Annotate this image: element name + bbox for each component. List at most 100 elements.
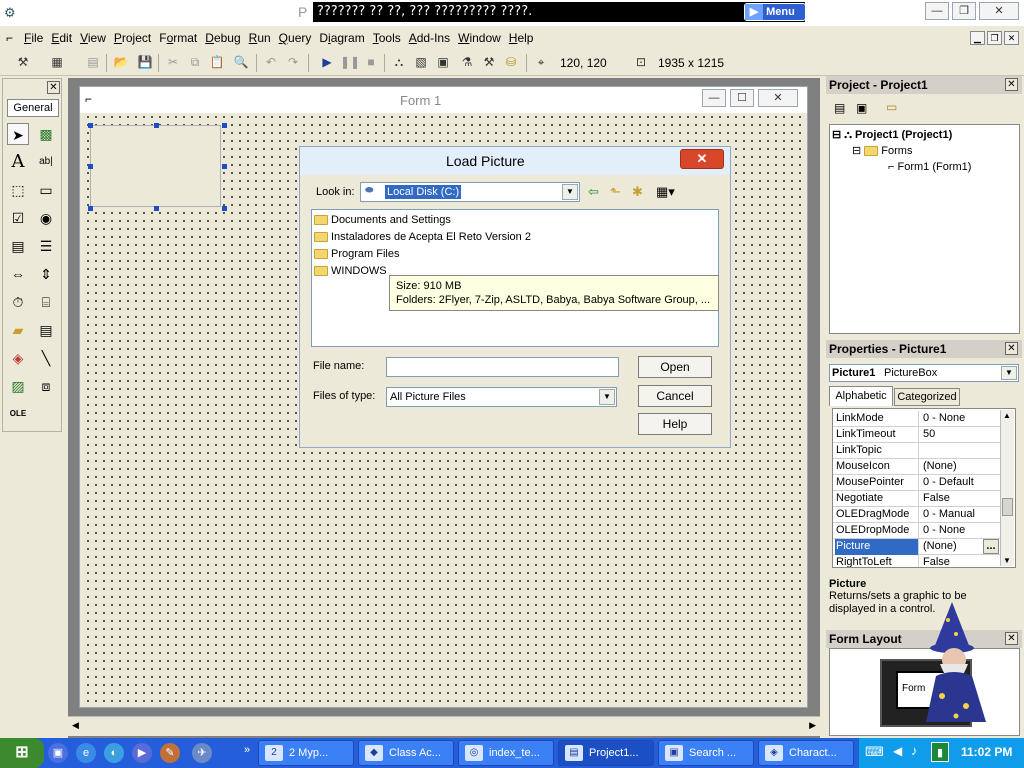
paste-icon[interactable]: 📋 — [208, 54, 226, 70]
tray-app-icon[interactable]: ▮ — [931, 742, 949, 762]
tab-categorized[interactable]: Categorized — [894, 388, 960, 406]
timer-tool-icon[interactable]: ⏱ — [7, 291, 29, 313]
property-value[interactable]: False — [921, 491, 1001, 506]
picture1-picturebox[interactable] — [90, 125, 221, 207]
data-tool-icon[interactable]: ⧈ — [35, 375, 57, 397]
start-button[interactable]: ⊞ — [0, 738, 44, 768]
property-value[interactable]: 0 - None — [921, 411, 1001, 426]
resize-handle[interactable] — [88, 164, 93, 169]
mdi-close-button[interactable]: ✕ — [1004, 31, 1019, 45]
files-of-type-combo[interactable]: All Picture Files ▼ — [386, 387, 617, 407]
menu-edit[interactable]: Edit — [47, 28, 76, 48]
resize-handle[interactable] — [222, 123, 227, 128]
property-row[interactable]: LinkMode 0 - None — [833, 411, 1001, 427]
mdi-child-icon[interactable]: ⌐ — [6, 31, 13, 45]
close-button[interactable]: ✕ — [979, 2, 1019, 20]
form1-minimize-button[interactable]: — — [702, 89, 726, 107]
list-item[interactable]: WINDOWS — [314, 263, 387, 280]
resize-handle[interactable] — [88, 206, 93, 211]
tree-item-form1[interactable]: ⌐ Form1 (Form1) — [888, 160, 971, 175]
image-tool-icon[interactable]: ▨ — [7, 375, 29, 397]
tray-arrow-icon[interactable]: ◀ — [893, 744, 902, 758]
cut-icon[interactable]: ✂ — [164, 54, 182, 70]
end-icon[interactable]: ■ — [362, 54, 380, 70]
new-folder-icon[interactable]: ✱ — [632, 184, 643, 200]
minimize-button[interactable]: — — [925, 2, 949, 20]
speaker-icon[interactable]: ♪ — [911, 743, 918, 758]
back-icon[interactable]: ⇦ — [588, 184, 599, 200]
listbox-tool-icon[interactable]: ☰ — [35, 235, 57, 257]
resize-handle[interactable] — [88, 123, 93, 128]
vscrollbar-tool-icon[interactable]: ⇕ — [35, 263, 57, 285]
dialog-close-button[interactable]: ✕ — [680, 149, 724, 169]
vb-app-icon[interactable]: ⚙ — [4, 5, 16, 21]
property-value[interactable]: False — [921, 555, 1001, 567]
label-tool-icon[interactable]: A — [7, 151, 29, 173]
resize-handle[interactable] — [222, 206, 227, 211]
redo-icon[interactable]: ↷ — [284, 54, 302, 70]
open-project-icon[interactable]: 📂 — [112, 54, 130, 70]
menu-view[interactable]: View — [76, 28, 110, 48]
taskbar-button[interactable]: ◆ Class Ac... — [358, 740, 454, 766]
property-row[interactable]: Picture (None)... — [833, 539, 1001, 555]
menu-help[interactable]: Help — [505, 28, 538, 48]
checkbox-tool-icon[interactable]: ☑ — [7, 207, 29, 229]
shape-tool-icon[interactable]: ◈ — [7, 347, 29, 369]
taskbar-button[interactable]: ▣ Search ... — [658, 740, 754, 766]
collapse-icon[interactable]: ⊟ — [832, 129, 841, 141]
property-value[interactable]: (None) — [921, 459, 1001, 474]
property-row[interactable]: LinkTopic — [833, 443, 1001, 459]
add-form-icon[interactable]: ▦ — [48, 54, 66, 70]
scroll-left-icon[interactable]: ◀ — [72, 720, 79, 731]
combobox-tool-icon[interactable]: ▤ — [7, 235, 29, 257]
taskbar-button[interactable]: 2 2 Myp... — [258, 740, 354, 766]
taskbar-button[interactable]: ◈ Charact... — [758, 740, 854, 766]
data-view-icon[interactable]: ⛁ — [502, 54, 520, 70]
media-icon[interactable]: ◐ — [104, 743, 124, 763]
property-value[interactable]: 0 - Default — [921, 475, 1001, 490]
file-name-input[interactable] — [386, 357, 619, 377]
menu-file[interactable]: File — [20, 28, 47, 48]
view-object-icon[interactable]: ▣ — [856, 101, 867, 115]
view-menu-icon[interactable]: ▦▾ — [656, 184, 675, 200]
resize-handle[interactable] — [154, 206, 159, 211]
toolbox-icon[interactable]: ⚒ — [480, 54, 498, 70]
menu-format[interactable]: Format — [155, 28, 201, 48]
resize-handle[interactable] — [154, 123, 159, 128]
mdi-restore-button[interactable]: ❐ — [987, 31, 1002, 45]
properties-window-icon[interactable]: ▧ — [412, 54, 430, 70]
look-in-combo[interactable]: ⬬ Local Disk (C:) ▼ — [360, 182, 580, 202]
menu-addins[interactable]: Add-Ins — [405, 28, 454, 48]
close-icon[interactable]: ✕ — [1005, 342, 1018, 355]
copy-icon[interactable]: ⧉ — [186, 54, 204, 70]
property-row[interactable]: MousePointer 0 - Default — [833, 475, 1001, 491]
chevron-down-icon[interactable]: ▼ — [1001, 366, 1017, 380]
tree-item-project[interactable]: ⊟ ⛬ Project1 (Project1) — [832, 128, 952, 143]
toolbox-close-button[interactable]: ✕ — [47, 81, 60, 94]
chevron-down-icon[interactable]: ▼ — [599, 389, 615, 405]
object-browser-icon[interactable]: ⚗ — [458, 54, 476, 70]
break-icon[interactable]: ❚❚ — [340, 54, 360, 70]
menu-diagram[interactable]: Diagram — [315, 28, 368, 48]
designer-hscrollbar[interactable]: ◀ ▶ — [68, 716, 820, 736]
paint-icon[interactable]: ✎ — [160, 743, 180, 763]
help-button[interactable]: Help — [638, 413, 712, 435]
property-value[interactable]: 50 — [921, 427, 1001, 442]
menu-window[interactable]: Window — [454, 28, 505, 48]
object-combo[interactable]: Picture1 PictureBox ▼ — [829, 364, 1019, 382]
up-folder-icon[interactable]: ⬑ — [610, 184, 621, 200]
toolbox-general-tab[interactable]: General — [7, 99, 59, 117]
pointer-tool-icon[interactable]: ➤ — [7, 123, 29, 145]
drivelistbox-tool-icon[interactable]: ⌸ — [35, 291, 57, 313]
property-row[interactable]: MouseIcon (None) — [833, 459, 1001, 475]
optionbutton-tool-icon[interactable]: ◉ — [35, 207, 57, 229]
properties-scrollbar[interactable]: ▲ ▼ — [1000, 410, 1014, 566]
textbox-tool-icon[interactable]: ab| — [35, 151, 57, 173]
find-icon[interactable]: 🔍 — [232, 54, 250, 70]
dirlistbox-tool-icon[interactable]: ▰ — [7, 319, 29, 341]
menu-project[interactable]: Project — [110, 28, 155, 48]
scroll-right-icon[interactable]: ▶ — [809, 720, 816, 731]
taskbar-button[interactable]: ▤ Project1... — [558, 740, 654, 766]
property-row[interactable]: OLEDragMode 0 - Manual — [833, 507, 1001, 523]
keyboard-icon[interactable]: ⌨ — [865, 744, 884, 760]
